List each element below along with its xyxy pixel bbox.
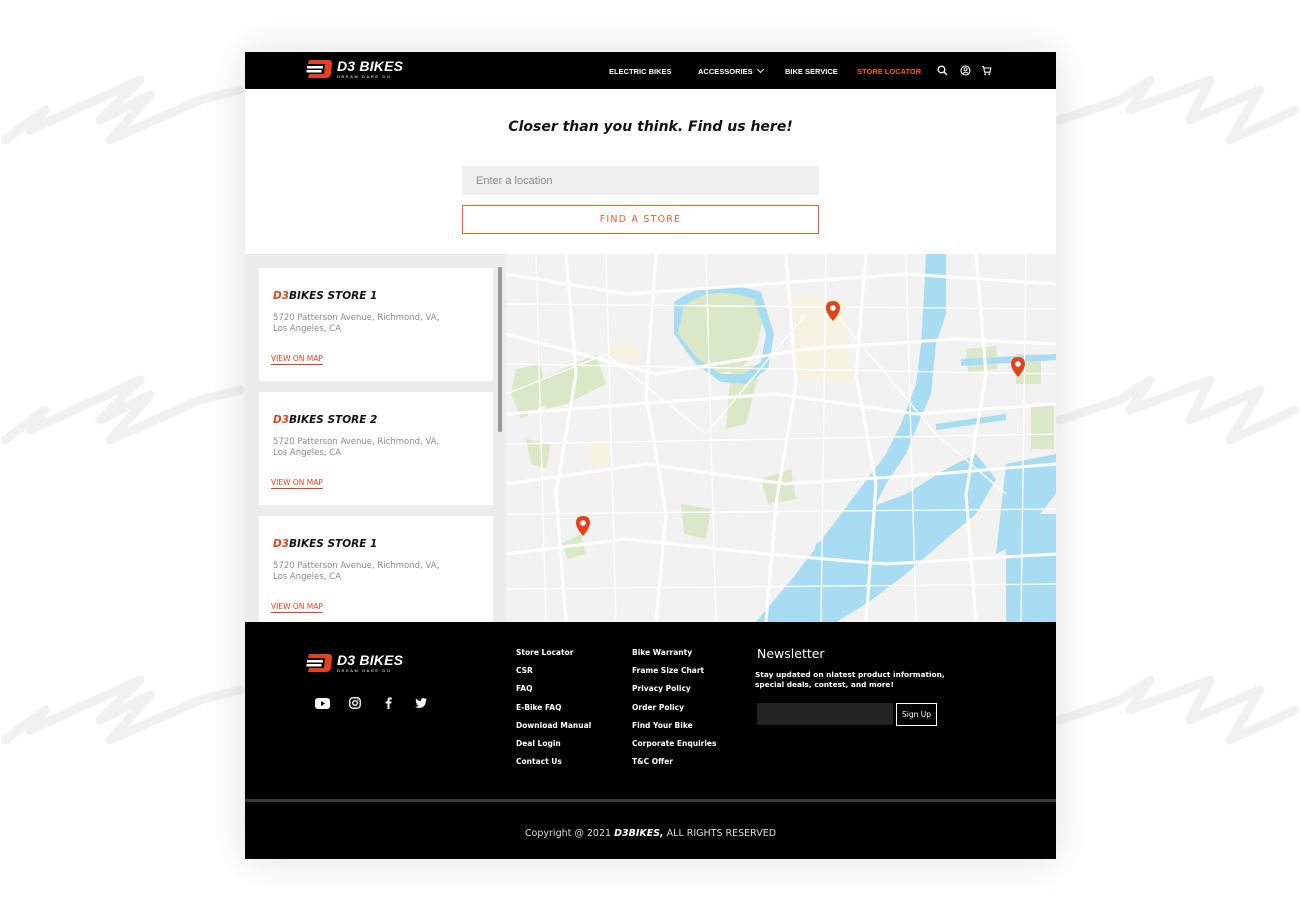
logo-tagline: DREAM DARE DO <box>337 668 392 673</box>
footer-links-column-1: Store Locator CSR FAQ E-Bike FAQ Downloa… <box>516 648 591 775</box>
youtube-icon[interactable] <box>311 692 333 714</box>
nav-bike-service[interactable]: BIKE SERVICE <box>785 67 838 76</box>
newsletter-description: Stay updated on nlatest product informat… <box>755 670 945 689</box>
footer-link[interactable]: Store Locator <box>516 648 591 666</box>
footer-link[interactable]: Order Policy <box>632 703 716 721</box>
store-name: D3BIKES STORE 1 <box>273 290 378 302</box>
map-pin-icon[interactable] <box>575 516 591 536</box>
map-pin-icon[interactable] <box>825 301 841 321</box>
newsletter-title: Newsletter <box>757 646 825 661</box>
facebook-icon[interactable] <box>377 692 399 714</box>
footer-link[interactable]: Bike Warranty <box>632 648 716 666</box>
map-pin-icon[interactable] <box>1010 357 1026 377</box>
social-links <box>311 692 432 714</box>
logo-mark-icon <box>306 654 332 672</box>
store-address: 5720 Patterson Avenue, Richmond, VA, Los … <box>273 313 440 334</box>
store-card: D3BIKES STORE 2 5720 Patterson Avenue, R… <box>259 392 493 505</box>
store-name: D3BIKES STORE 2 <box>273 414 378 426</box>
store-card: D3BIKES STORE 1 5720 Patterson Avenue, R… <box>259 516 493 622</box>
find-store-button[interactable]: FIND A STORE <box>462 205 819 234</box>
nav-accessories[interactable]: ACCESSORIES <box>698 65 764 76</box>
account-icon[interactable] <box>960 65 971 76</box>
map-tiles <box>506 254 1056 622</box>
footer-divider <box>245 799 1056 802</box>
footer-link[interactable]: Find Your Bike <box>632 721 716 739</box>
footer-link[interactable]: CSR <box>516 666 591 684</box>
store-map[interactable] <box>506 254 1056 622</box>
newsletter-email-input[interactable] <box>757 703 893 725</box>
footer-link[interactable]: E-Bike FAQ <box>516 703 591 721</box>
footer-logo[interactable]: D3 BIKES DREAM DARE DO <box>305 652 403 674</box>
footer-link[interactable]: Privacy Policy <box>632 684 716 702</box>
store-address: 5720 Patterson Avenue, Richmond, VA, Los … <box>273 437 440 458</box>
brand-logo[interactable]: D3 BIKES DREAM DARE DO <box>305 58 403 80</box>
view-on-map-link[interactable]: VIEW ON MAP <box>271 354 323 365</box>
twitter-icon[interactable] <box>410 692 432 714</box>
logo-tagline: DREAM DARE DO <box>337 74 392 79</box>
store-name: D3BIKES STORE 1 <box>273 538 378 550</box>
footer-link[interactable]: FAQ <box>516 684 591 702</box>
store-search-section: Closer than you think. Find us here! FIN… <box>245 89 1056 254</box>
nav-accessories-label: ACCESSORIES <box>698 67 753 76</box>
newsletter-signup-button[interactable]: Sign Up <box>896 703 937 726</box>
nav-electric-bikes[interactable]: ELECTRIC BIKES <box>609 67 672 76</box>
footer-link[interactable]: Contact Us <box>516 757 591 775</box>
view-on-map-link[interactable]: VIEW ON MAP <box>271 602 323 613</box>
footer-link[interactable]: T&C Offer <box>632 757 716 775</box>
store-address: 5720 Patterson Avenue, Richmond, VA, Los … <box>273 561 440 582</box>
top-navigation-bar: D3 BIKES DREAM DARE DO ELECTRIC BIKES AC… <box>245 52 1056 89</box>
store-list-scrollbar[interactable] <box>498 267 502 432</box>
view-on-map-link[interactable]: VIEW ON MAP <box>271 478 323 489</box>
chevron-down-icon <box>756 65 764 74</box>
search-icon[interactable] <box>937 65 948 76</box>
footer-links-column-2: Bike Warranty Frame Size Chart Privacy P… <box>632 648 716 775</box>
site-footer: D3 BIKES DREAM DARE DO Store Locator CSR… <box>245 622 1056 859</box>
logo-title: D3 BIKES <box>337 652 404 668</box>
logo-mark-icon <box>306 60 332 78</box>
page-frame: D3 BIKES DREAM DARE DO ELECTRIC BIKES AC… <box>245 52 1056 859</box>
location-input[interactable] <box>462 166 819 195</box>
cart-icon[interactable] <box>981 65 992 76</box>
page-title: Closer than you think. Find us here! <box>508 119 793 135</box>
footer-link[interactable]: Frame Size Chart <box>632 666 716 684</box>
logo-title: D3 BIKES <box>337 58 404 74</box>
footer-link[interactable]: Deal Login <box>516 739 591 757</box>
footer-link[interactable]: Download Manual <box>516 721 591 739</box>
store-list[interactable]: D3BIKES STORE 1 5720 Patterson Avenue, R… <box>245 254 506 622</box>
footer-link[interactable]: Corporate Enquiries <box>632 739 716 757</box>
store-card: D3BIKES STORE 1 5720 Patterson Avenue, R… <box>259 268 493 381</box>
copyright-text: Copyright @ 2021 D3BIKES, ALL RIGHTS RES… <box>524 828 777 839</box>
instagram-icon[interactable] <box>344 692 366 714</box>
nav-store-locator[interactable]: STORE LOCATOR <box>857 67 921 76</box>
